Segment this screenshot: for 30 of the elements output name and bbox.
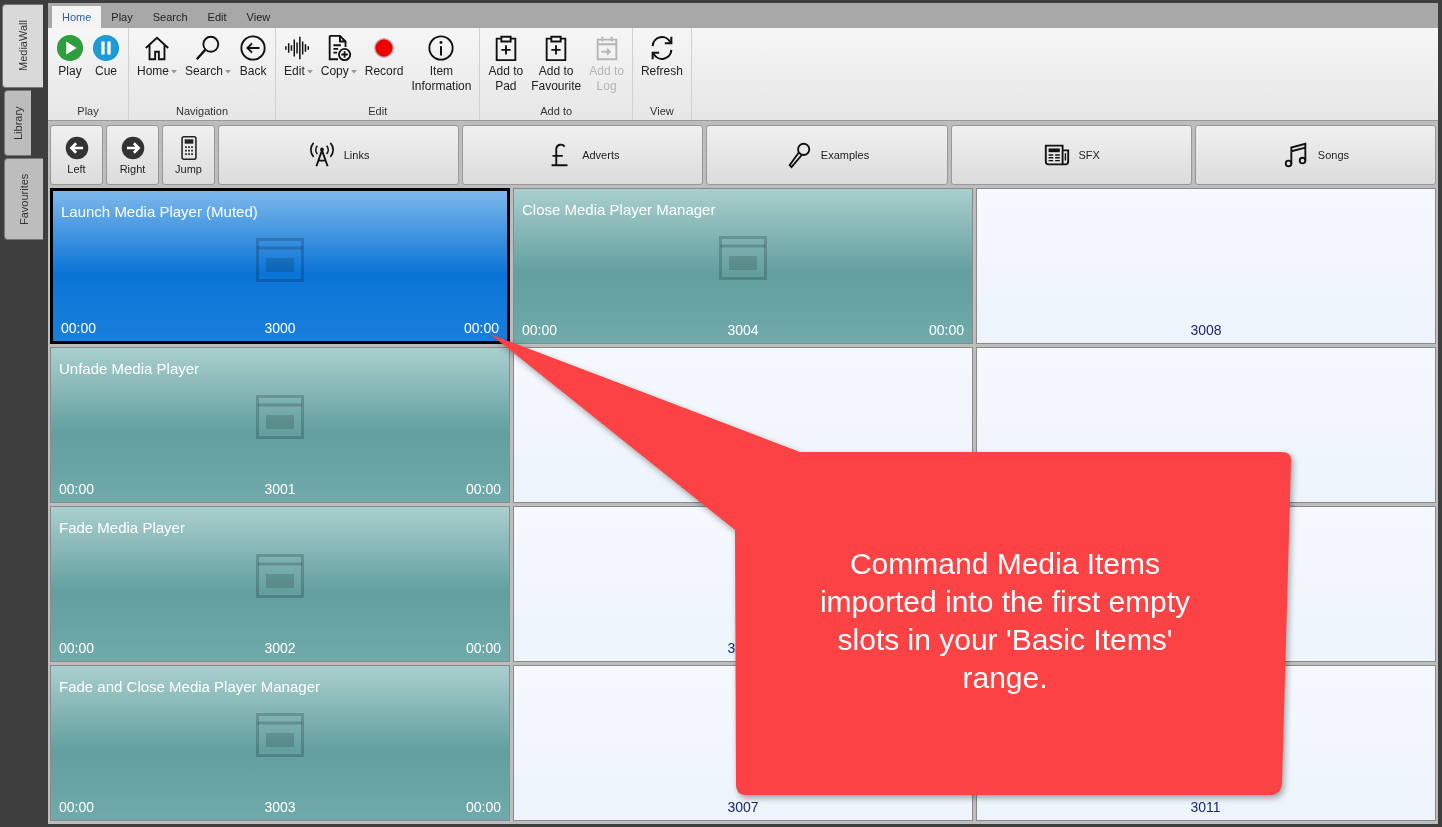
pad-title: Fade and Close Media Player Manager	[58, 677, 321, 695]
pad-number: 3008	[1190, 322, 1222, 340]
callout-text: Command Media Items imported into the first empty slots in your 'Basic Items' range.	[818, 546, 1192, 696]
start-time: 00:00	[61, 320, 97, 336]
start-time: 00:00	[59, 481, 95, 497]
group-label: Play	[76, 105, 100, 119]
end-time: 00:00	[465, 481, 501, 497]
pad-number: 3003	[264, 799, 296, 815]
start-time: 00:00	[59, 799, 95, 815]
pad-title: Launch Media Player (Muted)	[60, 202, 259, 220]
group-label: Add to	[539, 105, 574, 119]
pad-number: 3011	[1190, 799, 1222, 817]
pad-number: 3001	[264, 481, 296, 497]
group-label: Edit	[367, 105, 389, 119]
end-time: 00:00	[465, 640, 501, 656]
pad-number: 3002	[264, 640, 296, 656]
pad-title: Close Media Player Manager	[521, 200, 717, 218]
pad-title: Fade Media Player	[58, 518, 186, 536]
pad-number: 3	[727, 640, 737, 658]
end-time: 00:00	[463, 320, 499, 336]
end-time: 00:00	[465, 799, 501, 815]
end-time: 00:00	[928, 322, 964, 338]
group-label: Navigation	[175, 105, 229, 119]
group-label: View	[649, 105, 675, 119]
pad-number: 3000	[264, 320, 296, 336]
pad-number: 3004	[727, 322, 759, 338]
start-time: 00:00	[59, 640, 95, 656]
pad-number: 3007	[727, 799, 759, 817]
pad-title: Unfade Media Player	[58, 359, 201, 377]
start-time: 00:00	[522, 322, 558, 338]
